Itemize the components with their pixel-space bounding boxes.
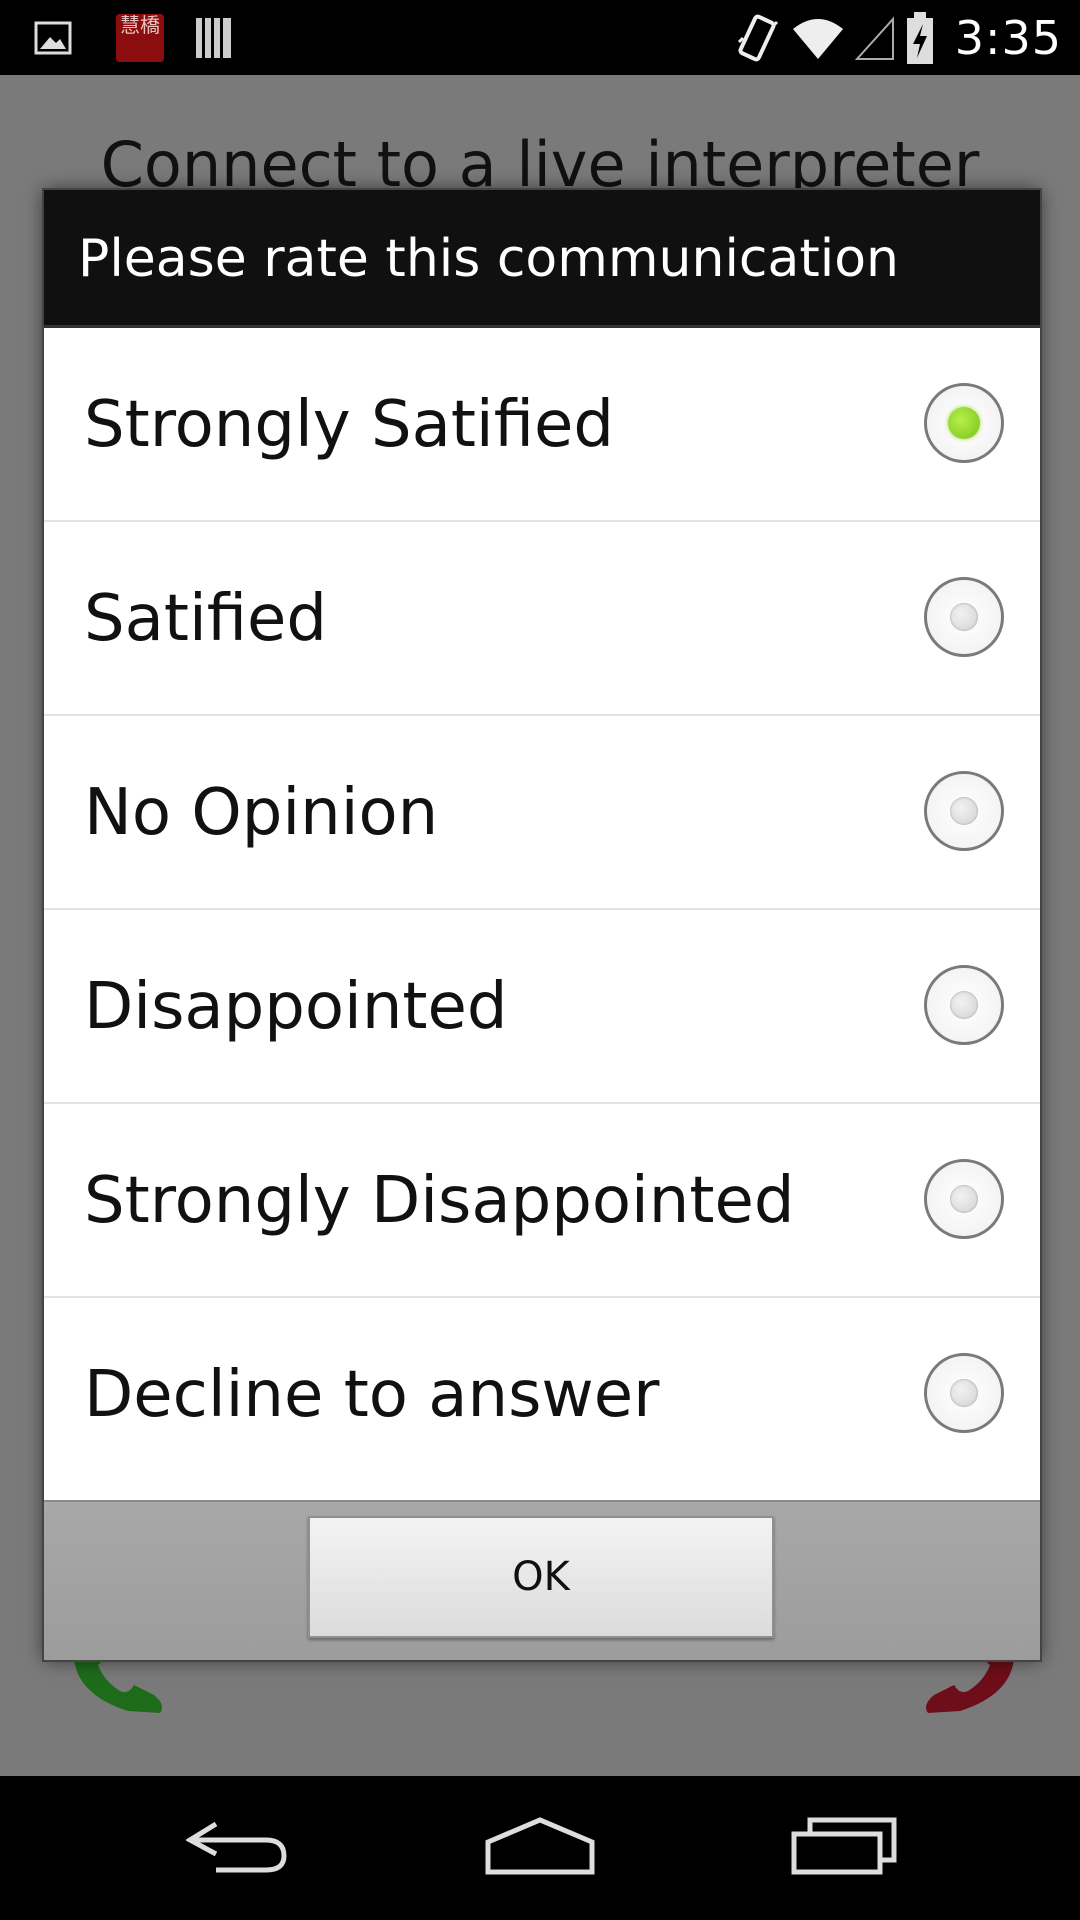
picture-icon bbox=[34, 21, 72, 55]
status-bar: 慧橋 3:35 bbox=[0, 0, 1080, 75]
option-strongly-satisfied[interactable]: Strongly Satified bbox=[44, 328, 1040, 522]
home-icon[interactable] bbox=[484, 1810, 596, 1878]
option-no-opinion[interactable]: No Opinion bbox=[44, 716, 1040, 910]
rating-dialog: Please rate this communication Strongly … bbox=[44, 190, 1040, 1660]
radio-dot bbox=[950, 797, 978, 825]
radio-dot bbox=[950, 1379, 978, 1407]
signal-icon bbox=[854, 16, 894, 60]
dialog-title: Please rate this communication bbox=[44, 190, 1040, 328]
vibrate-icon bbox=[737, 14, 778, 62]
option-label: Satified bbox=[84, 582, 328, 656]
option-label: Strongly Satified bbox=[84, 388, 614, 462]
battery-charging-icon bbox=[906, 12, 933, 64]
call-accept-icon bbox=[74, 1655, 162, 1713]
option-disappointed[interactable]: Disappointed bbox=[44, 910, 1040, 1104]
option-label: Strongly Disappointed bbox=[84, 1164, 795, 1238]
option-strongly-disappointed[interactable]: Strongly Disappointed bbox=[44, 1104, 1040, 1298]
barcode-icon bbox=[196, 18, 231, 58]
app-icon: 慧橋 bbox=[116, 14, 164, 62]
call-decline-icon bbox=[926, 1655, 1014, 1713]
back-icon[interactable] bbox=[186, 1810, 292, 1878]
radio-dot bbox=[948, 407, 980, 439]
radio-button[interactable] bbox=[924, 1159, 1004, 1239]
option-label: No Opinion bbox=[84, 776, 439, 850]
clock: 3:35 bbox=[954, 11, 1062, 65]
radio-button[interactable] bbox=[924, 577, 1004, 657]
option-label: Disappointed bbox=[84, 970, 508, 1044]
radio-button[interactable] bbox=[924, 965, 1004, 1045]
radio-dot bbox=[950, 991, 978, 1019]
radio-button[interactable] bbox=[924, 771, 1004, 851]
option-satisfied[interactable]: Satified bbox=[44, 522, 1040, 716]
option-label: Decline to answer bbox=[84, 1358, 660, 1432]
navigation-bar bbox=[0, 1776, 1080, 1920]
wifi-icon bbox=[792, 19, 843, 59]
radio-dot bbox=[950, 1185, 978, 1213]
radio-dot bbox=[950, 603, 978, 631]
radio-button[interactable] bbox=[924, 1353, 1004, 1433]
dialog-button-bar: OK bbox=[44, 1500, 1040, 1660]
rating-options: Strongly Satified Satified No Opinion Di… bbox=[44, 328, 1040, 1492]
ok-button[interactable]: OK bbox=[308, 1516, 774, 1638]
option-decline-to-answer[interactable]: Decline to answer bbox=[44, 1298, 1040, 1492]
recents-icon[interactable] bbox=[790, 1810, 900, 1878]
radio-button[interactable] bbox=[924, 383, 1004, 463]
